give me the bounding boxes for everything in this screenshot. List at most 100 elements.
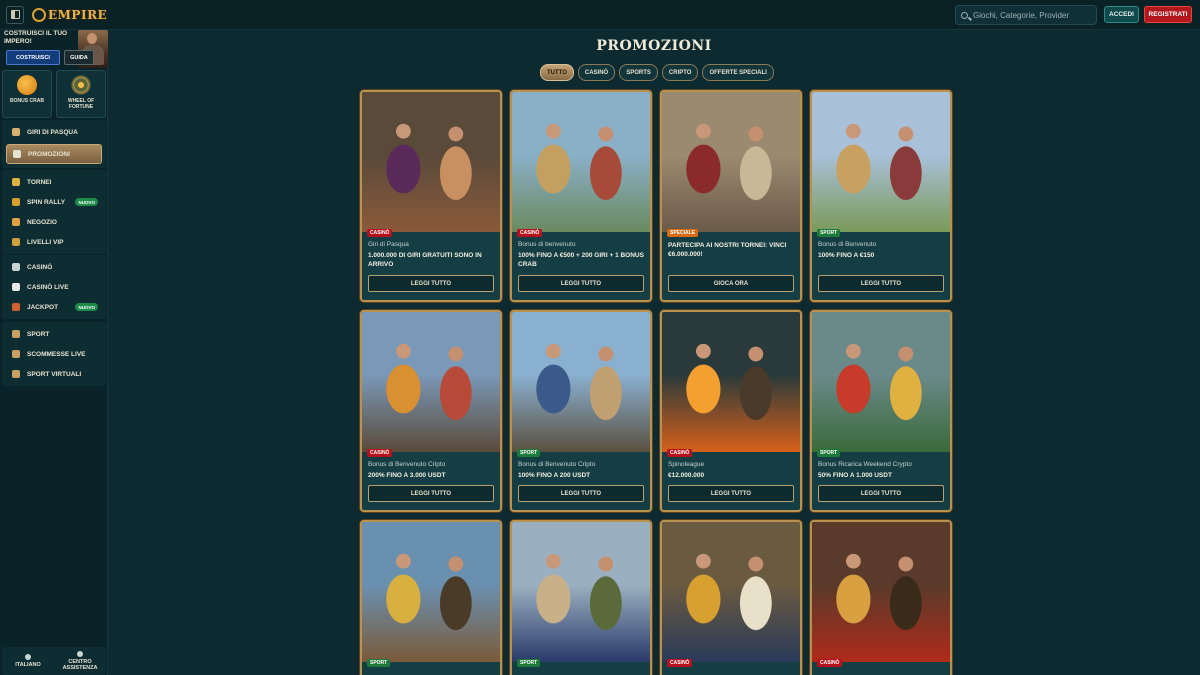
promo-artwork <box>812 92 950 232</box>
sidebar-item-giri-di-pasqua[interactable]: GIRI DI PASQUA <box>2 122 106 142</box>
promo-subtitle: Bonus Ricarica Weekend Crypto <box>818 461 912 468</box>
vip-icon <box>12 238 20 246</box>
sidebar-item-label: CASINÒ <box>27 263 53 271</box>
promo-card[interactable]: SPORT Bonus Ricarica Weekend Crypto 50% FI… <box>810 310 952 512</box>
live-bet-icon <box>12 350 20 358</box>
sidebar-item-negozio[interactable]: NEGOZIO <box>2 212 106 232</box>
filter-tab-offerte-speciali[interactable]: OFFERTE SPECIALI <box>702 64 774 81</box>
sidebar-item-spin-rally[interactable]: SPIN RALLY NUOVO <box>2 192 106 212</box>
filter-tab-sports[interactable]: SPORTS <box>619 64 658 81</box>
promo-subtitle: Bonus di Benvenuto Cripto <box>368 461 446 468</box>
promo-artwork <box>512 312 650 452</box>
filter-tab-tutto[interactable]: TUTTO <box>540 64 574 81</box>
wheel-icon <box>71 75 91 95</box>
promo-headline: 1.000.000 DI GIRI GRATUITI SONO IN ARRIV… <box>368 252 482 268</box>
shop-icon <box>12 218 20 226</box>
promo-card[interactable]: CASINÒ <box>660 520 802 675</box>
play-now-button[interactable]: GIOCA ORA <box>668 275 794 292</box>
tile-label: WHEEL OF FORTUNE <box>67 98 95 110</box>
promo-headline: 200% FINO A 3.000 USDT <box>368 472 446 479</box>
filter-tab-casin-[interactable]: CASINÒ <box>577 64 616 81</box>
promo-card[interactable]: CASINÒ Bonus di Benvenuto Cripto 200% FINO… <box>360 310 502 512</box>
tile-bonus-crab[interactable]: BONUS CRAB <box>2 70 52 118</box>
category-badge: CASINÒ <box>367 229 393 237</box>
sidebar-item-sport-virtuali[interactable]: SPORT VIRTUALI <box>2 364 106 384</box>
category-badge: CASINÒ <box>817 659 843 667</box>
read-more-button[interactable]: LEGGI TUTTO <box>668 485 794 502</box>
login-button[interactable]: ACCEDI <box>1104 6 1139 23</box>
promo-card[interactable]: CASINÒ <box>810 520 952 675</box>
page-title: PROMOZIONI <box>596 38 712 54</box>
promo-card[interactable]: CASINÒ Bonus di benvenuto 100% FINO A €500… <box>510 90 652 302</box>
top-bar: EMPIRE ACCEDI REGISTRATI <box>0 0 1200 30</box>
read-more-button[interactable]: LEGGI TUTTO <box>368 275 494 292</box>
sidebar-item-promozioni[interactable]: PROMOZIONI <box>6 144 102 164</box>
register-button[interactable]: REGISTRATI <box>1144 6 1192 23</box>
sidebar-item-casin-[interactable]: CASINÒ <box>2 257 106 277</box>
tile-label: BONUS CRAB <box>10 98 44 104</box>
promo-card[interactable]: SPORT <box>510 520 652 675</box>
promo-artwork <box>812 522 950 662</box>
sidebar-item-sport[interactable]: SPORT <box>2 324 106 344</box>
promo-subtitle: Bonus di Benvenuto Cripto <box>518 461 596 468</box>
sidebar-item-label: SPORT VIRTUALI <box>27 370 82 378</box>
sidebar-toggle-button[interactable] <box>6 5 24 24</box>
category-badge: SPECIALE <box>667 229 699 237</box>
cards-icon <box>12 283 20 291</box>
build-button[interactable]: COSTRUISCI <box>6 50 60 65</box>
promo-artwork <box>512 92 650 232</box>
feature-tiles: BONUS CRAB WHEEL OF FORTUNE <box>2 70 106 118</box>
crown-ring-icon <box>32 7 46 22</box>
read-more-button[interactable]: LEGGI TUTTO <box>368 485 494 502</box>
sidebar-item-label: SPORT <box>27 330 50 338</box>
jackpot-icon <box>12 303 20 311</box>
sidebar-icon <box>10 10 20 19</box>
search-bar[interactable] <box>955 5 1097 25</box>
logo-text: EMPIRE <box>48 7 108 22</box>
language-selector[interactable]: ITALIANO <box>2 647 54 675</box>
sidebar-item-livelli-vip[interactable]: LIVELLI VIP <box>2 232 106 252</box>
promo-card[interactable]: SPORT <box>360 520 502 675</box>
read-more-button[interactable]: LEGGI TUTTO <box>518 485 644 502</box>
gift-icon <box>13 150 21 158</box>
sidebar-item-label: CASINÒ LIVE <box>27 283 69 291</box>
help-center-button[interactable]: CENTRO ASSISTENZA <box>54 647 106 675</box>
promo-artwork <box>662 522 800 662</box>
tile-wheel-of-fortune[interactable]: WHEEL OF FORTUNE <box>56 70 106 118</box>
promo-headline: PARTECIPA AI NOSTRI TORNEI: VINCI €6.000… <box>668 242 787 258</box>
promo-card[interactable]: SPORT Bonus di Benvenuto Cripto 100% FINO … <box>510 310 652 512</box>
promo-headline: 100% FINO A 200 USDT <box>518 472 591 479</box>
language-label: ITALIANO <box>15 661 41 668</box>
promo-card[interactable]: SPORT Bonus di Benvenuto 100% FINO A €150 L… <box>810 90 952 302</box>
category-badge: SPORT <box>367 659 391 667</box>
read-more-button[interactable]: LEGGI TUTTO <box>818 485 944 502</box>
sidebar-item-scommesse-live[interactable]: SCOMMESSE LIVE <box>2 344 106 364</box>
category-badge: SPORT <box>517 449 541 457</box>
coin-icon <box>17 75 37 95</box>
logo[interactable]: EMPIRE <box>32 7 108 22</box>
promo-artwork <box>362 92 500 232</box>
search-icon <box>961 11 968 19</box>
promo-artwork <box>512 522 650 662</box>
read-more-button[interactable]: LEGGI TUTTO <box>818 275 944 292</box>
promo-card[interactable]: SPECIALE PARTECIPA AI NOSTRI TORNEI: VINC… <box>660 90 802 302</box>
promo-card[interactable]: CASINÒ Spinoleague €12.000.000 LEGGI TUTTO <box>660 310 802 512</box>
search-input[interactable] <box>973 10 1093 20</box>
sidebar-item-jackpot[interactable]: JACKPOT NUOVO <box>2 297 106 317</box>
empire-promo-title: COSTRUISCI IL TUO IMPERO! <box>4 30 68 45</box>
promo-subtitle: Bonus di benvenuto <box>518 241 576 248</box>
read-more-button[interactable]: LEGGI TUTTO <box>518 275 644 292</box>
category-badge: CASINÒ <box>517 229 543 237</box>
promo-artwork <box>662 92 800 232</box>
promo-artwork <box>662 312 800 452</box>
nav-group: TORNEI SPIN RALLY NUOVO NEGOZIO LIVELLI VIP <box>2 170 106 254</box>
category-badge: SPORT <box>817 229 841 237</box>
sidebar-item-label: SCOMMESSE LIVE <box>27 350 86 358</box>
promo-card[interactable]: CASINÒ Giri di Pasqua 1.000.000 DI GIRI GR… <box>360 90 502 302</box>
slot-icon <box>12 263 20 271</box>
guide-button[interactable]: GUIDA <box>64 50 94 65</box>
promo-artwork <box>362 522 500 662</box>
sidebar-item-casin-live[interactable]: CASINÒ LIVE <box>2 277 106 297</box>
sidebar-item-tornei[interactable]: TORNEI <box>2 172 106 192</box>
filter-tab-cripto[interactable]: CRIPTO <box>661 64 699 81</box>
